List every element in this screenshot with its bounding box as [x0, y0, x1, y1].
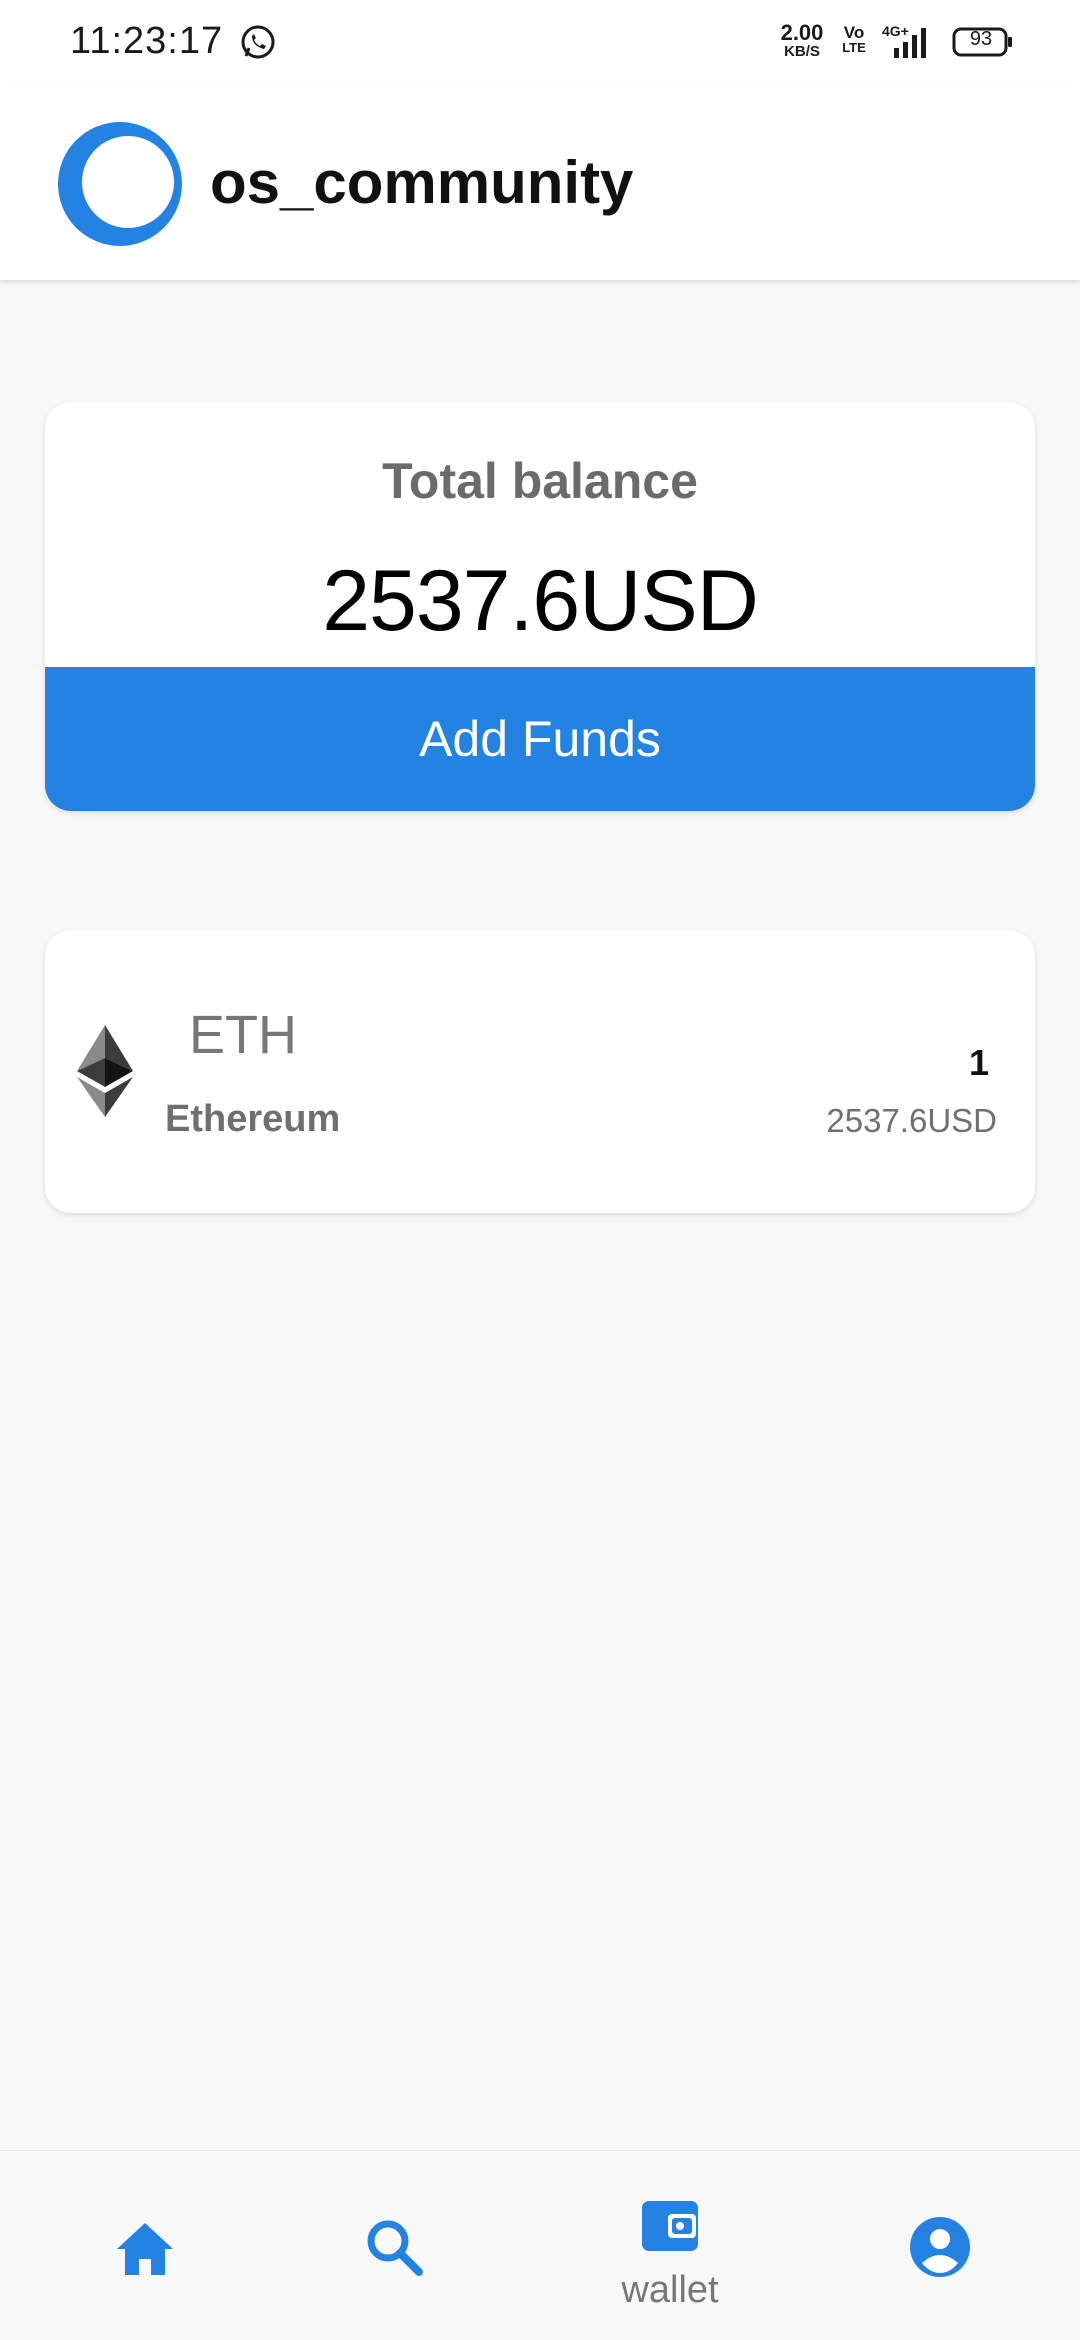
account-icon [910, 2217, 970, 2277]
asset-name: Ethereum [165, 1098, 341, 1140]
asset-usd-value: 2537.6USD [826, 1102, 997, 1139]
home-icon [117, 2223, 173, 2275]
signal-icon: 4G+ [882, 23, 926, 58]
ethereum-icon [77, 1025, 133, 1117]
status-bar: 11:23:17 2.00 KB/S Vo LTE 4G+ 93 [0, 0, 1080, 84]
app-title: os_community [210, 149, 634, 216]
asset-symbol: ETH [189, 1005, 297, 1065]
wallet-icon [642, 2201, 698, 2251]
nav-wallet[interactable]: wallet [590, 2151, 750, 2340]
asset-amount: 1 [968, 1042, 989, 1083]
search-icon [367, 2220, 423, 2276]
volte-bottom: LTE [842, 40, 866, 55]
nav-profile[interactable] [880, 2151, 990, 2340]
status-time: 11:23:17 [70, 20, 224, 62]
network-type-label: 4G+ [882, 23, 909, 39]
balance-card: Total balance 2537.6USD Add Funds [45, 402, 1035, 811]
volte-top: Vo [843, 23, 865, 42]
asset-list-item[interactable]: ETH Ethereum 1 2537.6USD [45, 930, 1035, 1213]
nav-wallet-label: wallet [621, 2269, 719, 2311]
wallet-screen: 11:23:17 2.00 KB/S Vo LTE 4G+ 93 os_comm… [0, 0, 1080, 2340]
add-funds-button[interactable]: Add Funds [45, 667, 1035, 811]
app-logo-icon [58, 122, 182, 246]
network-speed-value: 2.00 [780, 20, 824, 45]
network-speed: 2.00 KB/S [772, 20, 832, 60]
total-balance-value: 2537.6USD [322, 553, 759, 649]
app-header: os_community [0, 84, 1080, 280]
battery-level: 93 [969, 28, 993, 50]
nav-search[interactable] [340, 2151, 450, 2340]
network-speed-unit: KB/S [784, 43, 820, 60]
whatsapp-icon [241, 25, 275, 59]
total-balance-label: Total balance [382, 453, 698, 509]
volte-indicator: Vo LTE [840, 24, 868, 54]
nav-home[interactable] [90, 2151, 200, 2340]
bottom-navigation: wallet [0, 2150, 1080, 2340]
